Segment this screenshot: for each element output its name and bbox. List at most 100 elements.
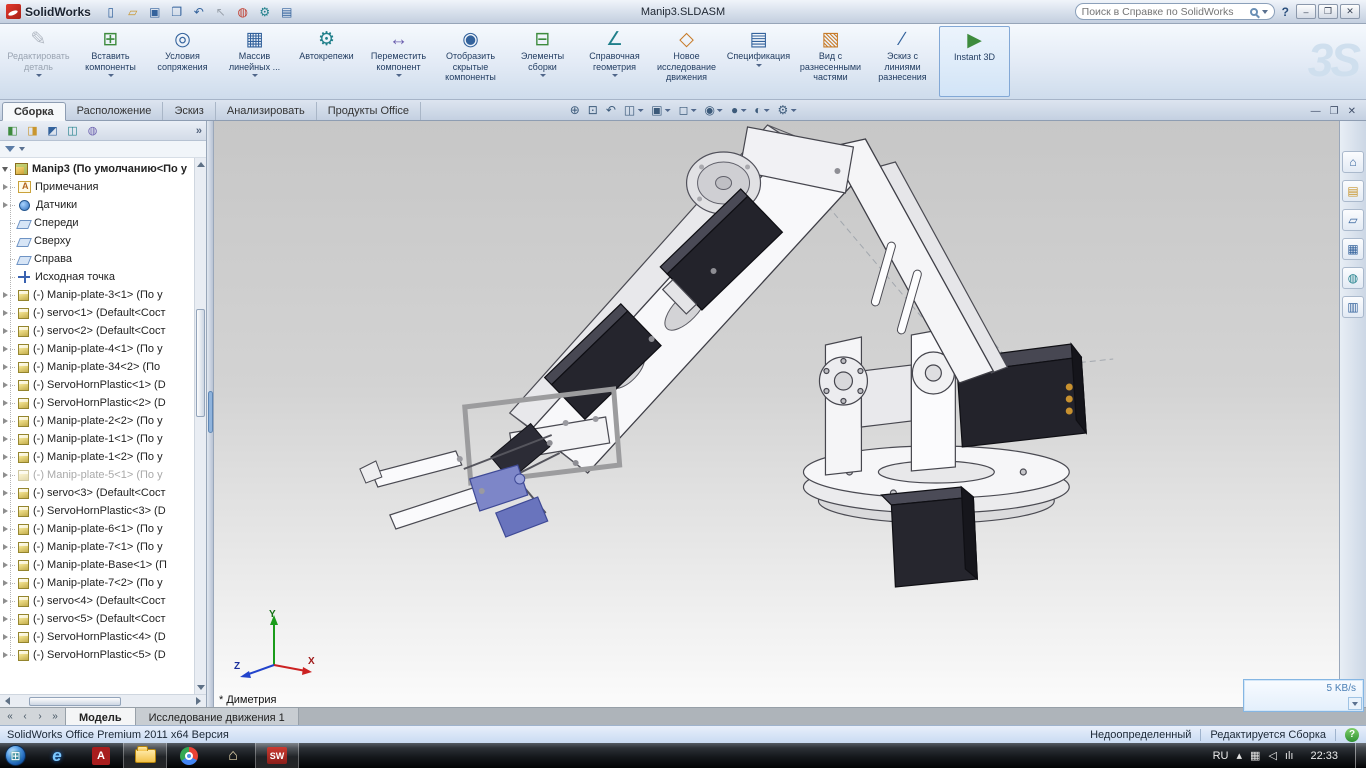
search-dropdown-icon[interactable] [1262, 10, 1268, 14]
expand-arrow-icon[interactable] [3, 580, 8, 586]
tree-item[interactable]: Справа [0, 250, 194, 268]
tree-item[interactable]: (-) Manip-plate-3<1> (По у [0, 286, 194, 304]
close-button[interactable]: ✕ [1340, 4, 1360, 19]
quick-tips-icon[interactable]: ? [1345, 728, 1359, 742]
doc-restore-button[interactable]: ❐ [1330, 106, 1339, 117]
last-tab-icon[interactable]: » [48, 710, 62, 724]
appearances-scenes-icon[interactable]: ◍ [1342, 267, 1364, 289]
tree-item[interactable]: (-) servo<3> (Default<Сост [0, 484, 194, 502]
internet-explorer-icon[interactable]: e [35, 743, 79, 768]
tree-item[interactable]: Спереди [0, 214, 194, 232]
tree-item[interactable]: (-) Manip-plate-7<1> (По у [0, 538, 194, 556]
tree-item[interactable]: (-) Manip-plate-2<2> (По у [0, 412, 194, 430]
tree-item[interactable]: Исходная точка [0, 268, 194, 286]
rebuild-icon[interactable]: ◍ [233, 3, 253, 21]
insert-components-button[interactable]: ⊞ Вставить компоненты [75, 26, 146, 97]
assembly-features-button[interactable]: ⊟ Элементы сборки [507, 26, 578, 97]
previous-view-icon[interactable]: ↶ [603, 101, 619, 119]
apply-scene-icon[interactable]: ◐ [751, 101, 772, 119]
tree-item[interactable]: (-) ServoHornPlastic<2> (D [0, 394, 194, 412]
tree-item[interactable]: (-) ServoHornPlastic<1> (D [0, 376, 194, 394]
expand-arrow-icon[interactable] [3, 526, 8, 532]
view-palette-icon[interactable]: ▦ [1342, 238, 1364, 260]
tree-item[interactable]: (-) ServoHornPlastic<5> (D [0, 646, 194, 664]
move-component-button[interactable]: ↔ Переместить компонент [363, 26, 434, 97]
edit-part-button[interactable]: ✎ Редактировать деталь [3, 26, 74, 97]
propertymanager-tab-icon[interactable]: ◨ [24, 123, 41, 139]
sheet-tab[interactable]: Исследование движения 1 [136, 708, 299, 725]
tree-item[interactable]: (-) Manip-plate-1<2> (По у [0, 448, 194, 466]
collapse-arrow-icon[interactable] [2, 167, 8, 172]
solidworks-resources-icon[interactable]: ⌂ [1342, 151, 1364, 173]
file-properties-icon[interactable]: ▤ [277, 3, 297, 21]
file-explorer-icon[interactable]: ▱ [1342, 209, 1364, 231]
expand-arrow-icon[interactable] [3, 184, 8, 190]
tree-item[interactable]: (-) Manip-plate-Base<1> (П [0, 556, 194, 574]
custom-properties-icon[interactable]: ▥ [1342, 296, 1364, 318]
scrollbar-thumb[interactable] [196, 309, 205, 417]
tab-analyze[interactable]: Анализировать [216, 102, 317, 120]
scroll-down-icon[interactable] [197, 685, 205, 690]
expand-arrow-icon[interactable] [3, 544, 8, 550]
filter-dropdown-icon[interactable] [19, 147, 25, 151]
tree-item[interactable]: (-) ServoHornPlastic<3> (D [0, 502, 194, 520]
tree-item[interactable]: (-) Manip-plate-5<1> (По у [0, 466, 194, 484]
expand-arrow-icon[interactable] [3, 328, 8, 334]
tree-horizontal-scrollbar[interactable] [0, 694, 206, 707]
panel-overflow-button[interactable]: » [196, 125, 202, 137]
volume-icon[interactable]: ◁ [1268, 749, 1276, 762]
save-icon[interactable]: ▣ [145, 3, 165, 21]
expand-arrow-icon[interactable] [3, 652, 8, 658]
tree-item[interactable]: (-) Manip-plate-7<2> (По у [0, 574, 194, 592]
tree-item[interactable]: (-) servo<4> (Default<Сост [0, 592, 194, 610]
zoom-to-fit-icon[interactable]: ⊕ [567, 101, 583, 119]
search-input[interactable] [1082, 6, 1246, 18]
expand-arrow-icon[interactable] [3, 598, 8, 604]
tree-item[interactable]: (-) servo<2> (Default<Сост [0, 322, 194, 340]
widget-dropdown-button[interactable] [1348, 697, 1362, 710]
expand-arrow-icon[interactable] [3, 454, 8, 460]
show-hidden-components-button[interactable]: ◉ Отобразить скрытые компоненты [435, 26, 506, 97]
language-indicator[interactable]: RU [1213, 750, 1229, 762]
tree-item[interactable]: Сверху [0, 232, 194, 250]
smart-fasteners-button[interactable]: ⚙ Автокрепежи [291, 26, 362, 97]
expand-arrow-icon[interactable] [3, 616, 8, 622]
select-icon[interactable]: ↖ [211, 3, 231, 21]
print-icon[interactable]: ❐ [167, 3, 187, 21]
expand-arrow-icon[interactable] [3, 418, 8, 424]
new-motion-study-button[interactable]: ◇ Новое исследование движения [651, 26, 722, 97]
expand-arrow-icon[interactable] [3, 562, 8, 568]
tree-item[interactable]: (-) servo<1> (Default<Сост [0, 304, 194, 322]
display-style-icon[interactable]: ◻ [676, 101, 700, 119]
edit-appearance-icon[interactable]: ● [728, 101, 749, 119]
displaymanager-tab-icon[interactable]: ◍ [84, 123, 101, 139]
minimize-button[interactable]: – [1296, 4, 1316, 19]
maximize-button[interactable]: ❐ [1318, 4, 1338, 19]
tree-vertical-scrollbar[interactable] [194, 158, 206, 694]
tree-item[interactable]: Датчики [0, 196, 194, 214]
tree-item[interactable]: (-) servo<5> (Default<Сост [0, 610, 194, 628]
featuremanager-tab-icon[interactable]: ◧ [4, 123, 21, 139]
sheet-tab[interactable]: Модель [66, 708, 136, 725]
scroll-left-icon[interactable] [5, 697, 10, 705]
instant-3d-button[interactable]: ▶ Instant 3D [939, 26, 1010, 97]
view-orientation-icon[interactable]: ▣ [648, 101, 673, 119]
prev-tab-icon[interactable]: ‹ [18, 710, 32, 724]
scroll-right-icon[interactable] [196, 697, 201, 705]
expand-arrow-icon[interactable] [3, 508, 8, 514]
tab-office-products[interactable]: Продукты Office [317, 102, 421, 120]
expand-arrow-icon[interactable] [3, 202, 8, 208]
tree-item[interactable]: (-) Manip-plate-34<2> (По [0, 358, 194, 376]
new-document-icon[interactable]: ▯ [101, 3, 121, 21]
start-button[interactable] [5, 745, 26, 766]
expand-arrow-icon[interactable] [3, 382, 8, 388]
scrollbar-thumb[interactable] [29, 697, 121, 706]
help-button[interactable]: ? [1282, 5, 1289, 19]
expand-arrow-icon[interactable] [3, 346, 8, 352]
tab-sketch[interactable]: Эскиз [163, 102, 215, 120]
robot-arm-model[interactable] [214, 121, 1339, 707]
expand-arrow-icon[interactable] [3, 292, 8, 298]
filter-funnel-icon[interactable] [5, 146, 15, 152]
home-app-icon[interactable]: ⌂ [211, 743, 255, 768]
mate-button[interactable]: ◎ Условия сопряжения [147, 26, 218, 97]
